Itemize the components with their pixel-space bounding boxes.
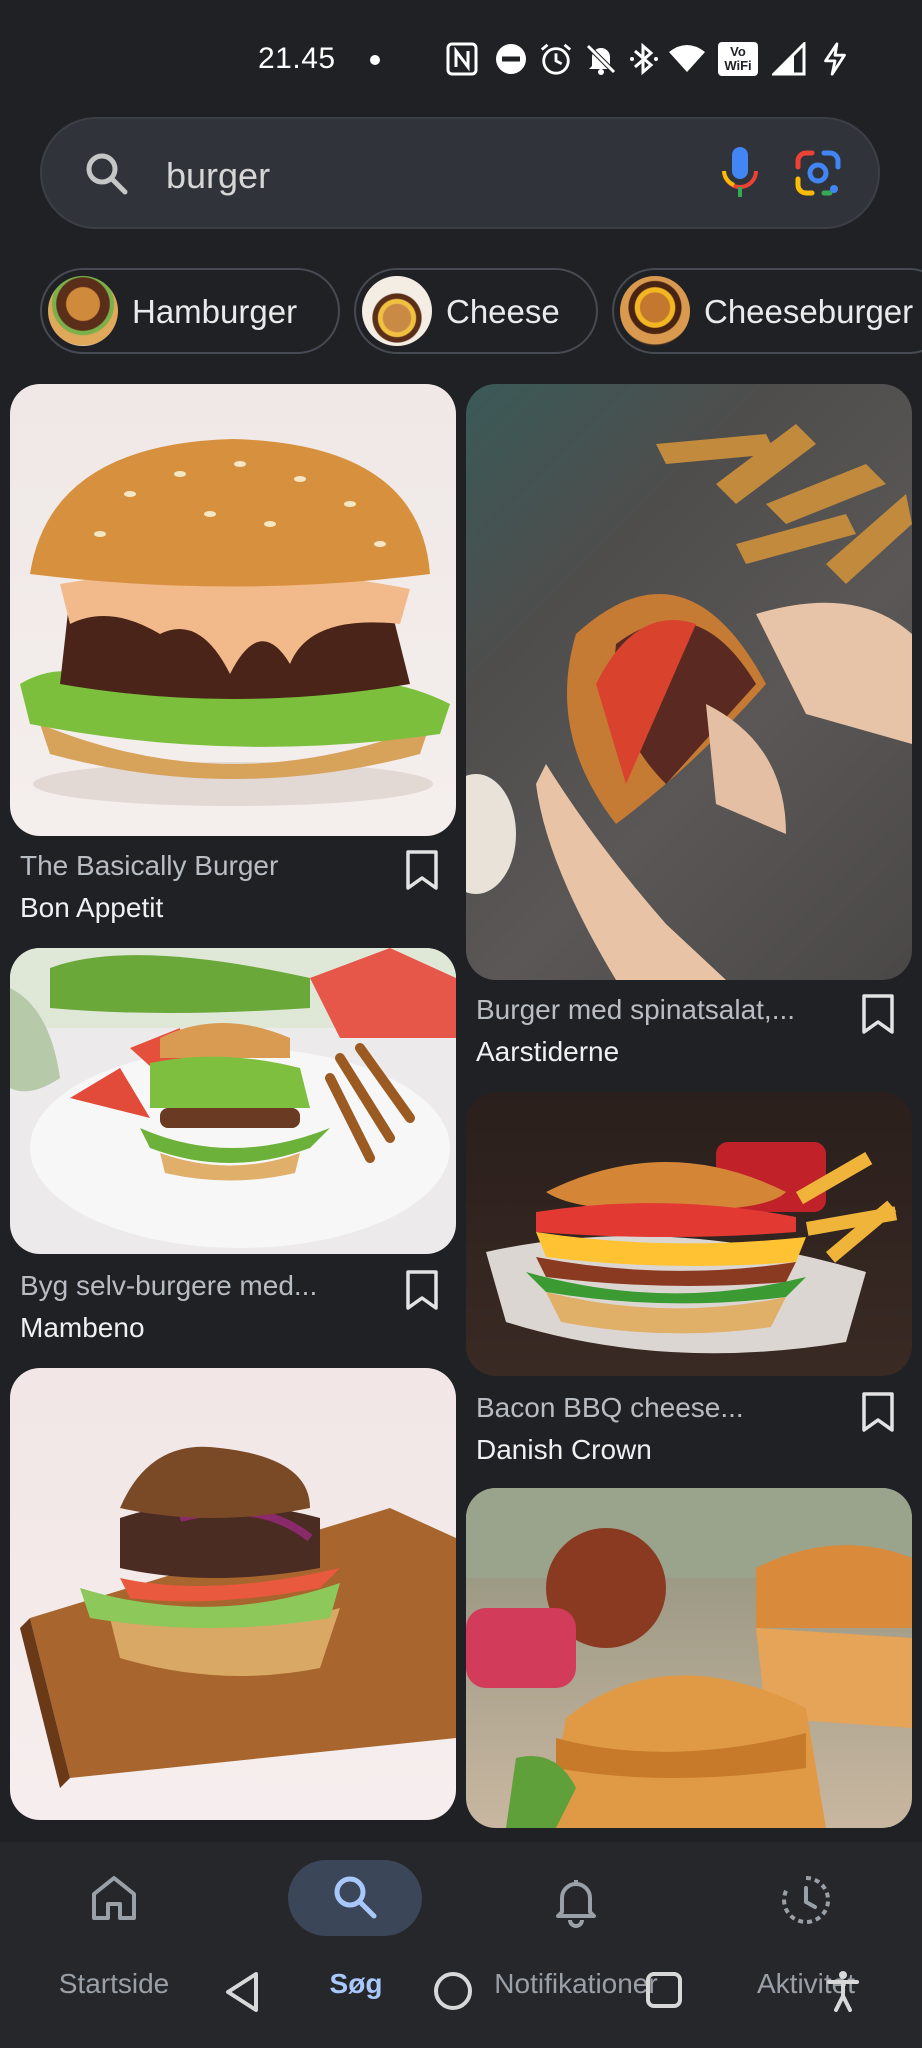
bookmark-icon[interactable] xyxy=(860,1392,896,1432)
result-image[interactable] xyxy=(10,384,456,836)
recents-icon[interactable] xyxy=(644,1970,684,2010)
result-source: Aarstiderne xyxy=(476,1036,620,1067)
burger-photo xyxy=(20,1446,456,1788)
result-image[interactable] xyxy=(466,384,912,980)
notification-dot xyxy=(370,55,380,65)
chip-label: Cheese xyxy=(446,293,560,330)
chip-hamburger[interactable]: Hamburger xyxy=(40,268,340,354)
burger-photo xyxy=(10,948,456,1248)
nav-item-activity[interactable]: Aktivitet xyxy=(706,1860,906,2000)
chip-thumbnail xyxy=(620,276,690,346)
chip-cheeseburger[interactable]: Cheeseburger xyxy=(612,268,922,354)
back-icon[interactable] xyxy=(222,1970,262,2014)
chip-label: Hamburger xyxy=(132,293,298,330)
nav-item-search[interactable]: Søg xyxy=(244,1860,444,2000)
nav-item-home[interactable]: Startside xyxy=(14,1860,214,2000)
chip-cheese[interactable]: Cheese xyxy=(354,268,598,354)
result-title[interactable]: Burger med spinatsalat,... xyxy=(476,994,795,1026)
result-source: Danish Crown xyxy=(476,1434,652,1465)
home-icon xyxy=(92,1876,136,1920)
result-source: Mambeno xyxy=(20,1312,145,1343)
result-title[interactable]: The Basically Burger xyxy=(20,850,278,882)
alarm-icon xyxy=(540,43,572,75)
result-title[interactable]: Bacon BBQ cheese... xyxy=(476,1392,744,1424)
bell-icon xyxy=(556,1880,596,1928)
wifi-calling-icon: Vo WiFi xyxy=(718,42,758,76)
bluetooth-icon xyxy=(630,42,658,76)
status-bar: 21.45 Vo WiFi xyxy=(0,0,922,110)
search-icon xyxy=(334,1876,377,1919)
activity-icon xyxy=(782,1876,831,1924)
home-circle-icon[interactable] xyxy=(432,1970,474,2012)
nav-label: Søg xyxy=(329,1968,383,1999)
burger-photo xyxy=(466,424,912,980)
result-image[interactable] xyxy=(466,1092,912,1376)
chip-thumbnail xyxy=(362,276,432,346)
result-title[interactable]: Byg selv-burgere med... xyxy=(20,1270,317,1302)
result-image[interactable] xyxy=(10,1368,456,1820)
search-input[interactable]: burger xyxy=(166,155,270,197)
result-image[interactable] xyxy=(466,1488,912,1828)
chip-thumbnail xyxy=(48,276,118,346)
search-bar[interactable]: burger xyxy=(40,117,880,229)
dnd-icon xyxy=(496,44,526,74)
google-lens-icon[interactable] xyxy=(794,149,842,197)
search-icon xyxy=(86,153,128,195)
bookmark-icon[interactable] xyxy=(860,994,896,1034)
mic-icon[interactable] xyxy=(718,145,762,201)
nav-label: Aktivitet xyxy=(756,1968,856,1999)
chip-label: Cheeseburger xyxy=(704,293,914,330)
signal-icon xyxy=(772,42,806,76)
related-chips: Hamburger Cheese Cheeseburger xyxy=(0,268,922,356)
bookmark-icon[interactable] xyxy=(404,1270,440,1310)
burger-photo xyxy=(466,1488,912,1828)
bookmark-icon[interactable] xyxy=(404,850,440,890)
mute-icon xyxy=(586,44,616,75)
nfc-icon xyxy=(446,42,478,76)
bottom-navigation: Startside Søg Notifikationer Aktivitet xyxy=(0,1842,922,2048)
status-time: 21.45 xyxy=(258,42,336,75)
nav-label: Startside xyxy=(58,1968,170,1999)
accessibility-icon[interactable] xyxy=(826,1970,860,2012)
burger-photo xyxy=(486,1142,898,1354)
result-source: Bon Appetit xyxy=(20,892,164,923)
burger-photo xyxy=(20,439,450,806)
result-image[interactable] xyxy=(10,948,456,1254)
charging-icon xyxy=(824,42,846,76)
wifi-icon xyxy=(669,45,705,72)
